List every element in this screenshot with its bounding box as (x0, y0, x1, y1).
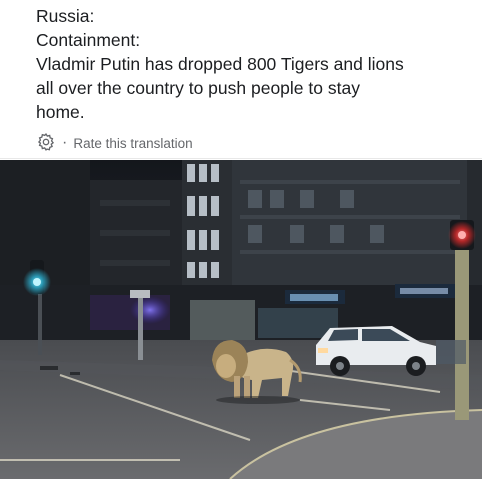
post-line: home. (36, 102, 85, 122)
post-line: Vladmir Putin has dropped 800 Tigers and… (36, 54, 404, 74)
translation-row: · Rate this translation (36, 132, 193, 154)
rate-translation-link[interactable]: Rate this translation (73, 136, 192, 151)
post-line: all over the country to push people to s… (36, 78, 360, 98)
post-photo[interactable] (0, 160, 482, 479)
divider (0, 158, 482, 159)
post-line: Containment: (36, 30, 141, 50)
post-text: Russia: Containment: Vladmir Putin has d… (36, 4, 466, 124)
lion-street-photo (0, 160, 482, 479)
post-line: Russia: (36, 6, 95, 26)
separator-dot: · (62, 134, 68, 151)
gear-icon[interactable] (36, 132, 56, 155)
